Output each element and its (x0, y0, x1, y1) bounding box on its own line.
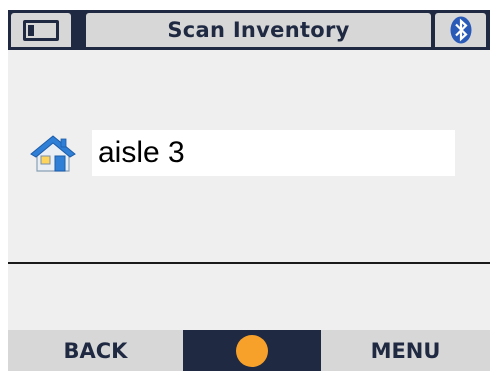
bluetooth-icon (450, 16, 471, 44)
softkey-bar: BACK MENU (8, 330, 490, 371)
menu-button-label: MENU (370, 338, 441, 363)
battery-icon (23, 19, 59, 41)
location-field[interactable] (92, 130, 455, 176)
menu-button[interactable]: MENU (321, 330, 490, 371)
divider (8, 262, 490, 264)
center-action-button[interactable] (183, 330, 321, 371)
header-bar: Scan Inventory (8, 10, 490, 50)
battery-indicator (11, 13, 71, 47)
back-button[interactable]: BACK (8, 330, 183, 371)
device-screen: Scan Inventory BACK (8, 10, 490, 371)
home-icon (30, 135, 76, 172)
orange-dot-icon (236, 334, 268, 367)
location-row (30, 130, 470, 178)
bluetooth-indicator (435, 13, 486, 47)
page-title: Scan Inventory (167, 18, 350, 42)
back-button-label: BACK (63, 338, 128, 363)
title-bar: Scan Inventory (86, 13, 431, 47)
